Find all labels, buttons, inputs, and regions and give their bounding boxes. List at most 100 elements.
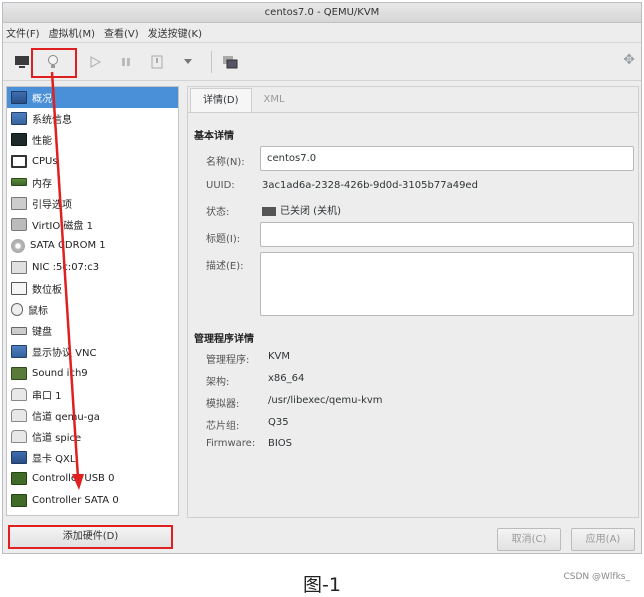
menu-view[interactable]: 查看(V) [104,25,139,40]
sidebar-item[interactable]: 显卡 QXL [7,447,178,468]
name-field[interactable]: centos7.0 [260,146,634,171]
sidebar-item-label: 键盘 [32,327,52,339]
state-label: 状态: [206,207,230,218]
sidebar-item[interactable]: 数位板 [7,278,178,299]
sidebar-item-label: 概况 [32,94,52,106]
tab-bar: 详情(D) XML [188,87,638,113]
channel-icon [11,430,27,444]
sidebar-item[interactable]: Sound ich9 [7,362,178,383]
keyboard-icon [11,326,27,335]
sidebar-item-label: 信道 qemu-ga [32,411,100,423]
sound-icon [11,366,27,380]
hypervisor-label: 管理程序: [206,355,250,366]
sidebar-item-label: 信道 spice [32,433,82,445]
hardware-list[interactable]: 概况系统信息性能 CPUs 内存引导选项 VirtIO 磁盘 1 SATA CDROM … [6,86,179,516]
architecture-value: x86_64 [268,373,305,384]
chevron-down-icon [184,58,192,64]
cancel-button[interactable]: 取消(C) [497,528,561,551]
sidebar-item-label: Controller USB 0 [32,473,115,485]
overview-icon [11,91,27,105]
sidebar-item[interactable]: 串口 1 [7,384,178,405]
disk-icon [11,218,27,232]
hypervisor-value: KVM [268,351,291,362]
sidebar-item[interactable]: CPUs [7,151,178,172]
menubar: 文件(F) 虚拟机(M) 查看(V) 发送按键(K) [3,23,641,43]
title-label: 标题(I): [206,234,241,245]
sidebar-item-label: 引导选项 [32,200,72,212]
snapshots-button[interactable] [217,49,243,75]
sidebar-item[interactable]: SATA CDROM 1 [7,235,178,256]
sidebar-item[interactable]: 引导选项 [7,193,178,214]
cdrom-icon [11,238,25,253]
performance-icon [11,133,27,147]
sidebar-item[interactable]: Controller SATA 0 [7,490,178,511]
architecture-label: 架构: [206,377,230,388]
shutoff-icon [262,206,276,216]
tab-details[interactable]: 详情(D) [190,88,252,112]
sidebar-item[interactable]: 显示协议 VNC [7,341,178,362]
pause-button[interactable] [113,49,139,75]
boot-options-icon [11,197,27,211]
tablet-icon [11,281,27,295]
fullscreen-button[interactable]: ✥ [623,52,635,68]
emulator-label: 模拟器: [206,399,240,410]
uuid-label: UUID: [206,180,235,191]
sidebar-item-label: VirtIO 磁盘 1 [32,221,93,233]
controller-icon [11,472,27,486]
chipset-value: Q35 [268,417,289,428]
mouse-icon [11,302,23,316]
hypervisor-details-title: 管理程序详情 [194,334,254,345]
sidebar-item[interactable]: 鼠标 [7,299,178,320]
shutdown-menu-button[interactable] [175,49,201,75]
sidebar-item[interactable]: 概况 [7,87,178,109]
details-button-highlight [31,48,77,78]
monitor-icon [15,55,29,68]
apply-button[interactable]: 应用(A) [571,528,635,551]
figure-caption: 图-1 [303,574,341,596]
menu-file[interactable]: 文件(F) [6,25,40,40]
sidebar-item-label: 串口 1 [32,390,62,402]
run-button[interactable] [82,49,108,75]
firmware-value: BIOS [268,438,293,449]
sidebar-item-label: 显示协议 VNC [32,348,97,360]
sidebar-item-label: 内存 [32,178,52,190]
controller-icon [11,493,27,507]
shutdown-button[interactable] [144,49,170,75]
sidebar-item-label: 数位板 [32,284,62,296]
chipset-label: 芯片组: [206,421,240,432]
menu-send-key[interactable]: 发送按键(K) [148,25,202,40]
sidebar-item[interactable]: 系统信息 [7,108,178,129]
sidebar-item[interactable]: NIC :5c:07:c3 [7,257,178,278]
tab-xml[interactable]: XML [252,88,297,112]
sidebar-item-label: 系统信息 [32,115,72,127]
nic-icon [11,260,27,274]
sidebar-item[interactable]: VirtIO 磁盘 1 [7,214,178,235]
sidebar-item[interactable]: Controller USB 0 [7,468,178,489]
channel-icon [11,408,27,422]
cpu-icon [11,154,27,168]
title-field[interactable] [260,222,634,247]
firmware-label: Firmware: [206,438,256,449]
sidebar-item-label: Sound ich9 [32,367,88,379]
toolbar-separator [211,50,212,73]
state-value: 已关闭 (关机) [262,202,341,217]
sidebar-item[interactable]: 信道 spice [7,426,178,447]
menu-vm[interactable]: 虚拟机(M) [49,25,95,40]
play-icon [90,55,101,68]
sidebar-item[interactable]: 内存 [7,172,178,193]
description-label: 描述(E): [206,261,244,272]
display-icon [11,345,27,359]
sidebar-item[interactable]: 键盘 [7,320,178,341]
sidebar-item-label: NIC :5c:07:c3 [32,261,100,273]
add-hardware-button[interactable]: 添加硬件(D) [8,525,173,549]
power-icon [151,55,163,68]
system-info-icon [11,112,27,126]
sidebar-item-label: 显卡 QXL [32,454,76,466]
description-field[interactable] [260,252,634,316]
sidebar-item-label: CPUs [32,155,58,167]
pause-icon [122,57,130,66]
sidebar-item[interactable]: 信道 qemu-ga [7,405,178,426]
video-icon [11,451,27,465]
watermark: CSDN @Wlfks_ [563,572,631,582]
sidebar-item[interactable]: 性能 [7,129,178,150]
